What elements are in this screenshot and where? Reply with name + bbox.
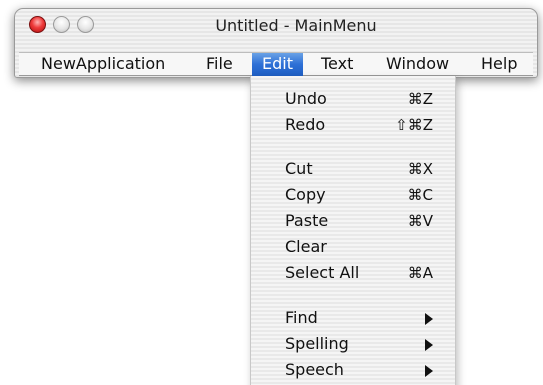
submenu-arrow-icon: [425, 365, 433, 377]
window-titlebar[interactable]: Untitled - MainMenu: [15, 9, 537, 41]
menu-item-speech[interactable]: Speech: [251, 358, 455, 382]
menu-item-spelling[interactable]: Spelling: [251, 332, 455, 356]
menu-item-label: Redo: [285, 115, 326, 134]
menu-newapplication[interactable]: NewApplication: [31, 53, 175, 76]
menu-item-copy[interactable]: Copy ⌘C: [251, 183, 455, 207]
menu-item-select-all[interactable]: Select All ⌘A: [251, 261, 455, 285]
menu-item-label: Cut: [285, 159, 313, 178]
menu-file[interactable]: File: [196, 53, 243, 76]
menu-item-label: Paste: [285, 211, 329, 230]
shortcut-label: ⌘Z: [407, 90, 433, 108]
menu-item-clear[interactable]: Clear: [251, 235, 455, 259]
menu-text[interactable]: Text: [311, 53, 363, 76]
window-title: Untitled - MainMenu: [215, 16, 377, 35]
screen: Untitled - MainMenu NewApplication File …: [0, 0, 543, 385]
shortcut-label: ⌘C: [407, 186, 433, 204]
menu-item-label: Select All: [285, 263, 360, 282]
shortcut-label: ⌘V: [407, 212, 433, 230]
menu-window[interactable]: Window: [376, 53, 459, 76]
submenu-arrow-icon: [425, 339, 433, 351]
menu-item-label: Find: [285, 308, 318, 327]
submenu-arrow-icon: [425, 313, 433, 325]
shortcut-label: ⇧⌘Z: [395, 116, 433, 134]
edit-menu-dropdown: Undo ⌘Z Redo ⇧⌘Z Cut ⌘X Copy ⌘C Paste ⌘V…: [250, 76, 456, 385]
shortcut-label: ⌘X: [407, 160, 433, 178]
menu-item-find[interactable]: Find: [251, 306, 455, 330]
menu-bar: NewApplication File Edit Text Window Hel…: [19, 52, 533, 76]
menu-item-paste[interactable]: Paste ⌘V: [251, 209, 455, 233]
menu-item-label: Spelling: [285, 334, 349, 353]
menu-item-cut[interactable]: Cut ⌘X: [251, 157, 455, 181]
shortcut-label: ⌘A: [407, 264, 433, 282]
menu-item-label: Copy: [285, 185, 326, 204]
menu-item-label: Clear: [285, 237, 327, 256]
menu-item-redo[interactable]: Redo ⇧⌘Z: [251, 113, 455, 137]
menu-edit[interactable]: Edit: [252, 53, 303, 76]
menu-item-undo[interactable]: Undo ⌘Z: [251, 87, 455, 111]
menu-item-label: Speech: [285, 360, 344, 379]
menu-item-label: Undo: [285, 89, 327, 108]
menu-help[interactable]: Help: [471, 53, 527, 76]
interface-builder-window: Untitled - MainMenu NewApplication File …: [14, 8, 538, 78]
